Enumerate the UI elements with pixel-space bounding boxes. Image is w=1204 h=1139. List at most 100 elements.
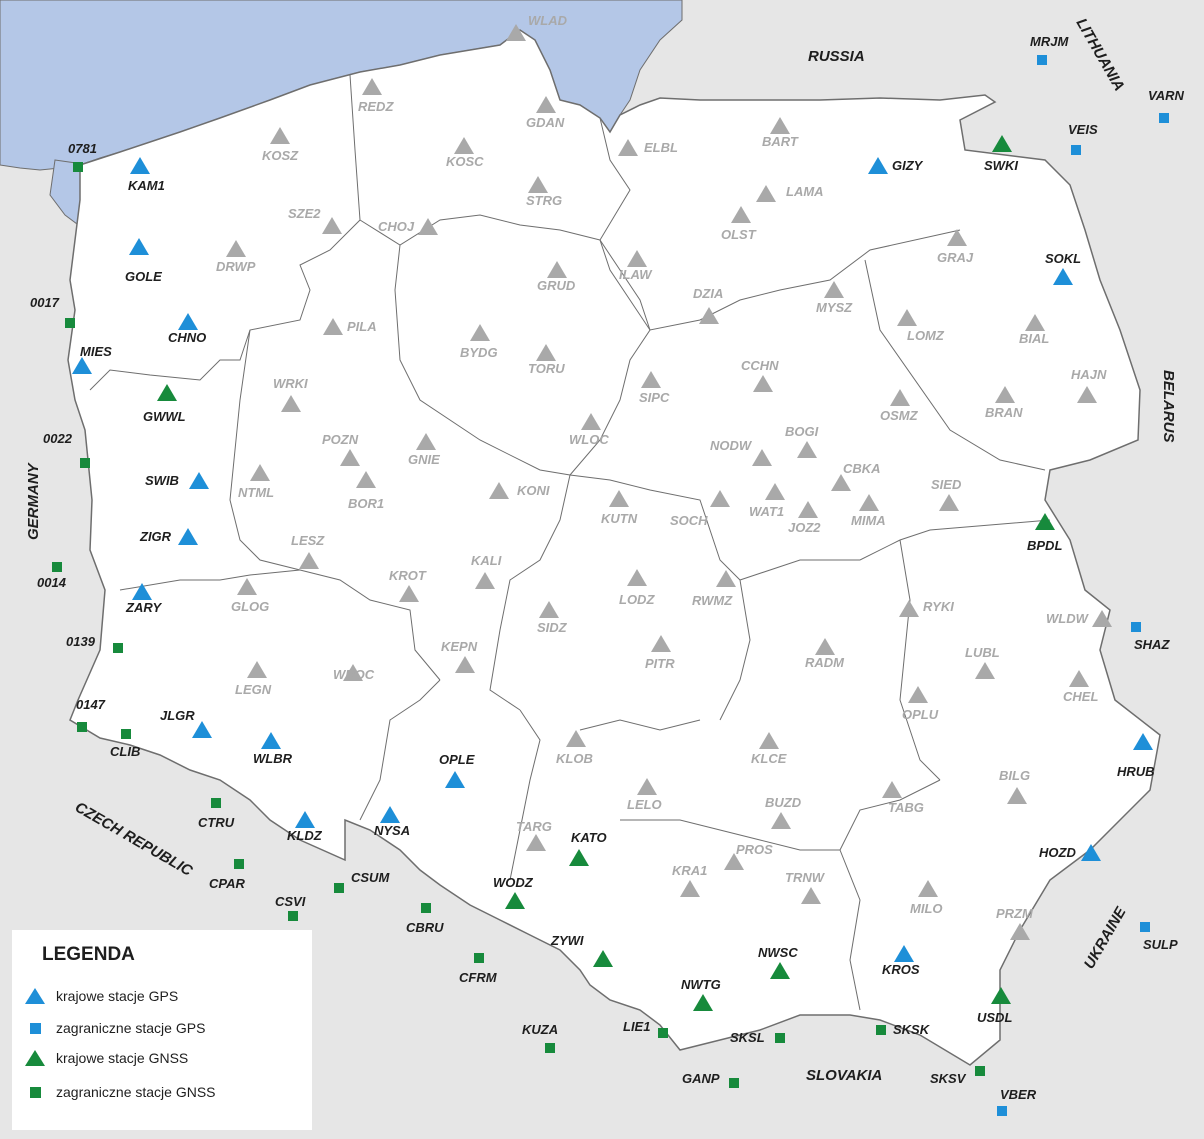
station-label: SWIB <box>145 473 179 488</box>
station-label: SOCH <box>670 513 708 528</box>
station-label: ZYWI <box>550 933 584 948</box>
station-label: HRUB <box>1117 764 1155 779</box>
station-label: SKSL <box>730 1030 765 1045</box>
station-label: LIE1 <box>623 1019 650 1034</box>
station-label: ZARY <box>125 600 162 615</box>
station-label: KAM1 <box>128 178 165 193</box>
station-label: REDZ <box>358 99 394 114</box>
station-label: BILG <box>999 768 1030 783</box>
legend-item-label: zagraniczne stacje GNSS <box>56 1084 216 1100</box>
green-square-icon <box>211 798 221 808</box>
station-label: GRAJ <box>937 250 974 265</box>
station-label: GOLE <box>125 269 162 284</box>
station-label: RADM <box>805 655 845 670</box>
blue-triangle-icon <box>22 985 48 1007</box>
station-label: LUBL <box>965 645 1000 660</box>
station-label: 0014 <box>37 575 67 590</box>
station-zigr: ZIGR <box>139 528 198 545</box>
station-label: TORU <box>528 361 565 376</box>
green-square-icon <box>73 162 83 172</box>
station-label: TARG <box>516 819 552 834</box>
station-label: BART <box>762 134 799 149</box>
station-label: KONI <box>517 483 550 498</box>
station-wldw: WLDW <box>1046 610 1112 627</box>
green-square-icon <box>421 903 431 913</box>
station-label: CFRM <box>459 970 498 985</box>
station-wroc: WROC <box>333 664 375 682</box>
station-label: CBKA <box>843 461 881 476</box>
blue-square-icon <box>1037 55 1047 65</box>
station-label: GIZY <box>892 158 924 173</box>
green-square-icon <box>474 953 484 963</box>
station-label: GWWL <box>143 409 186 424</box>
green-square-icon <box>658 1028 668 1038</box>
station-label: SOKL <box>1045 251 1081 266</box>
station-label: WODZ <box>493 875 534 890</box>
station-label: WROC <box>333 667 375 682</box>
station-label: MIMA <box>851 513 886 528</box>
legend-item-label: zagraniczne stacje GPS <box>56 1020 206 1036</box>
station-label: ZIGR <box>139 529 172 544</box>
station-label: SKSK <box>893 1022 931 1037</box>
blue-square-icon <box>1159 113 1169 123</box>
country-label-germany: GERMANY <box>25 461 42 540</box>
green-square-icon <box>52 562 62 572</box>
station-label: BOR1 <box>348 496 384 511</box>
station-label: CCHN <box>741 358 779 373</box>
blue-square-icon <box>1140 922 1150 932</box>
green-square-icon <box>22 1081 48 1103</box>
green-square-icon <box>775 1033 785 1043</box>
station-label: PROS <box>736 842 773 857</box>
legend-item-domestic-gnss: krajowe stacje GNSS <box>22 1047 188 1069</box>
blue-square-icon <box>997 1106 1007 1116</box>
station-label: HAJN <box>1071 367 1107 382</box>
green-square-icon <box>80 458 90 468</box>
station-hozd: HOZD <box>1039 844 1101 861</box>
station-label: KLOB <box>556 751 593 766</box>
legend-item-domestic-gps: krajowe stacje GPS <box>22 985 178 1007</box>
station-label: USDL <box>977 1010 1012 1025</box>
station-label: LESZ <box>291 533 325 548</box>
country-label-russia: RUSSIA <box>808 48 865 65</box>
station-label: VARN <box>1148 88 1184 103</box>
station-label: WAT1 <box>749 504 784 519</box>
station-label: OSMZ <box>880 408 919 423</box>
station-label: KEPN <box>441 639 478 654</box>
station-label: TRNW <box>785 870 826 885</box>
station-label: KROS <box>882 962 920 977</box>
station-label: ELBL <box>644 140 678 155</box>
station-label: NWTG <box>681 977 721 992</box>
station-label: GDAN <box>526 115 565 130</box>
station-label: LOMZ <box>907 328 945 343</box>
station-label: CHOJ <box>378 219 415 234</box>
station-label: BPDL <box>1027 538 1062 553</box>
green-square-icon <box>334 883 344 893</box>
station-label: 0017 <box>30 295 60 310</box>
station-label: NODW <box>710 438 753 453</box>
legend-title: LEGENDA <box>42 944 135 965</box>
station-label: SZE2 <box>288 206 321 221</box>
station-label: KOSC <box>446 154 484 169</box>
station-elbl: ELBL <box>618 139 678 156</box>
station-label: KUZA <box>522 1022 558 1037</box>
green-square-icon <box>121 729 131 739</box>
station-label: LODZ <box>619 592 655 607</box>
green-square-icon <box>729 1078 739 1088</box>
legend: LEGENDA krajowe stacje GPS zagraniczne s… <box>12 930 312 1130</box>
station-label: LEGN <box>235 682 272 697</box>
station-label: KOSZ <box>262 148 299 163</box>
station-label: CBRU <box>406 920 444 935</box>
station-label: WLAD <box>528 13 568 28</box>
legend-item-label: krajowe stacje GNSS <box>56 1050 189 1066</box>
station-label: CLIB <box>110 744 140 759</box>
station-label: KALI <box>471 553 502 568</box>
station-label: BRAN <box>985 405 1023 420</box>
station-label: WRKI <box>273 376 308 391</box>
station-swib: SWIB <box>145 472 209 489</box>
blue-square-icon <box>22 1017 48 1039</box>
station-label: 0781 <box>68 141 97 156</box>
station-label: POZN <box>322 432 359 447</box>
station-label: JLGR <box>160 708 195 723</box>
station-label: VBER <box>1000 1087 1037 1102</box>
station-label: SULP <box>1143 937 1178 952</box>
